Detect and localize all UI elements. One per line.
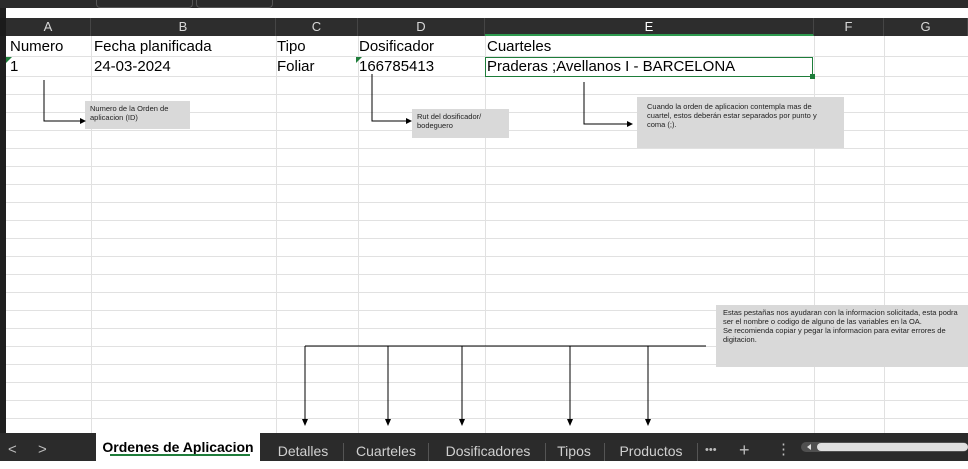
sheet-options-icon[interactable]: ⋮ [776,433,791,461]
arrow-head [80,118,86,124]
arrow-head [302,419,308,426]
prev-sheet-button[interactable]: < [8,433,17,461]
tab-productos[interactable]: Productos [611,433,691,461]
scrollbar-thumb[interactable] [817,443,968,451]
arrow-head [627,121,633,127]
horizontal-scrollbar[interactable] [801,442,968,452]
tab-dosificadores[interactable]: Dosificadores [436,433,540,461]
arrow-connector [583,82,627,125]
tab-cuarteles[interactable]: Cuarteles [350,433,422,461]
arrow-head [567,419,573,426]
arrow-head [385,419,391,426]
arrow-connector [43,80,80,122]
more-sheets-icon[interactable]: ••• [705,433,717,461]
add-sheet-button[interactable]: + [739,433,750,461]
arrow-head [406,118,412,124]
tab-ordenes-de-aplicacion[interactable]: Ordenes de Aplicacion [96,430,260,461]
arrow-connector [371,74,406,122]
tab-tipos[interactable]: Tipos [551,433,597,461]
arrow-head [645,419,651,426]
tab-detalles[interactable]: Detalles [270,433,336,461]
next-sheet-button[interactable]: > [38,433,47,461]
annotation-arrows [43,74,706,426]
arrow-head [459,419,465,426]
scroll-left-icon[interactable] [804,442,814,452]
